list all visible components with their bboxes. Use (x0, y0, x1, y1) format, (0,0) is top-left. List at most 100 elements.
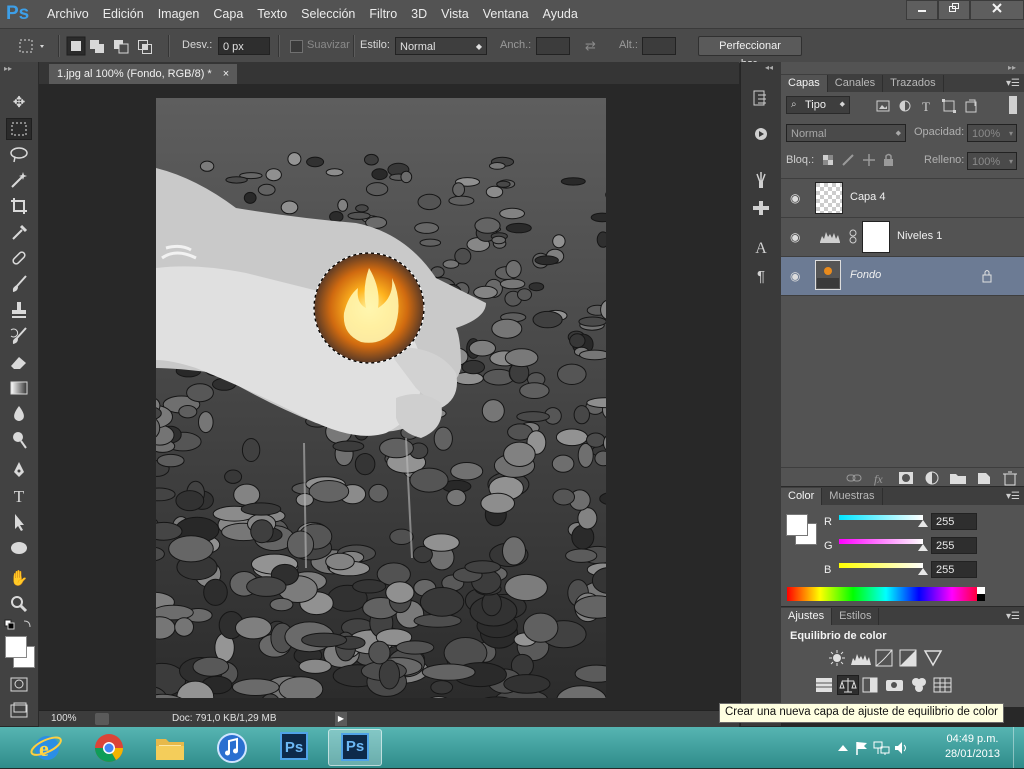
screen-mode-icon[interactable] (6, 700, 32, 722)
width-input[interactable] (536, 37, 570, 55)
collapse-dock-icon[interactable]: ◂◂ (765, 63, 773, 72)
hand-tool-icon[interactable]: ✋ (6, 568, 32, 590)
foreground-color-swatch[interactable] (786, 514, 808, 536)
add-mask-icon[interactable] (894, 470, 920, 486)
filter-shape-icon[interactable] (939, 99, 961, 113)
taskbar-itunes[interactable] (205, 729, 259, 766)
tab-color[interactable]: Color (781, 488, 822, 505)
dodge-tool-icon[interactable] (6, 430, 32, 452)
channel-value-b[interactable]: 255 (931, 561, 977, 578)
restore-button[interactable] (938, 0, 970, 20)
network-icon[interactable] (872, 740, 892, 756)
visibility-eye-icon[interactable]: ◉ (790, 230, 804, 244)
slider-r[interactable] (839, 515, 923, 520)
selection-mode-intersect-icon[interactable] (134, 36, 158, 56)
new-adjustment-layer-icon[interactable] (920, 470, 946, 486)
link-layers-icon[interactable] (842, 470, 868, 486)
clone-source-panel-icon[interactable] (749, 198, 773, 220)
lock-all-icon[interactable] (879, 153, 899, 167)
slider-b[interactable] (839, 563, 923, 568)
path-selection-tool-icon[interactable] (6, 512, 32, 534)
menu-filtro[interactable]: Filtro (362, 0, 404, 28)
panel-menu-icon[interactable]: ▾☰ (1006, 75, 1020, 92)
close-tab-icon[interactable]: × (223, 68, 229, 80)
layer-mask-thumbnail[interactable] (862, 221, 890, 253)
channel-value-g[interactable]: 255 (931, 537, 977, 554)
swap-colors-icon[interactable] (4, 618, 34, 632)
layer-filter-select[interactable]: ⌕ Tipo ◆ (786, 96, 850, 114)
actions-panel-icon[interactable] (749, 124, 773, 146)
history-panel-icon[interactable] (749, 88, 773, 110)
crop-tool-icon[interactable] (6, 196, 32, 218)
tab-trazados[interactable]: Trazados (883, 75, 943, 92)
layer-row-niveles-1[interactable]: ◉ Niveles 1 (781, 218, 1024, 257)
eraser-tool-icon[interactable] (6, 352, 32, 374)
vibrance-icon[interactable] (921, 649, 945, 667)
collapse-toolbar-icon[interactable]: ▸▸ (4, 64, 12, 73)
black-white-icon[interactable] (859, 675, 883, 695)
visibility-eye-icon[interactable]: ◉ (790, 191, 804, 205)
taskbar-file-explorer[interactable] (143, 729, 197, 766)
panel-menu-icon[interactable]: ▾☰ (1006, 488, 1020, 505)
menu-seleccion[interactable]: Selección (294, 0, 362, 28)
levels-icon[interactable] (849, 649, 873, 667)
default-swap-colors[interactable] (4, 618, 34, 632)
panel-menu-icon[interactable]: ▾☰ (1006, 608, 1020, 625)
blur-tool-icon[interactable] (6, 404, 32, 426)
blend-mode-select[interactable]: Normal ◆ (786, 124, 906, 142)
pen-tool-icon[interactable] (6, 460, 32, 482)
tab-muestras[interactable]: Muestras (822, 488, 882, 505)
taskbar-photoshop-1[interactable]: Ps (267, 729, 321, 766)
channel-value-r[interactable]: 255 (931, 513, 977, 530)
menu-edicion[interactable]: Edición (96, 0, 151, 28)
selection-mode-add-icon[interactable] (86, 36, 110, 56)
exposure-icon[interactable] (897, 649, 921, 667)
status-menu-arrow-icon[interactable]: ▶ (335, 712, 347, 726)
new-layer-icon[interactable] (972, 470, 998, 486)
eyedropper-tool-icon[interactable] (6, 222, 32, 244)
taskbar-photoshop-2[interactable]: Ps (328, 729, 382, 766)
layer-style-fx-icon[interactable]: fx (868, 470, 894, 486)
slider-b-handle[interactable] (918, 568, 928, 575)
ellipse-tool-icon[interactable] (6, 538, 32, 560)
height-input[interactable] (642, 37, 676, 55)
action-center-flag-icon[interactable] (852, 740, 872, 756)
taskbar-internet-explorer[interactable]: e (20, 729, 74, 766)
lock-position-icon[interactable] (859, 153, 879, 167)
move-tool-icon[interactable]: ✥ (6, 92, 32, 114)
refine-edge-button[interactable]: Perfeccionar bor. (698, 36, 802, 56)
healing-brush-tool-icon[interactable] (6, 248, 32, 270)
trash-icon[interactable] (998, 470, 1024, 486)
fill-input[interactable]: 100% ▾ (967, 152, 1017, 170)
foreground-color-swatch[interactable] (5, 636, 27, 658)
antialias-checkbox[interactable] (290, 40, 303, 53)
menu-capa[interactable]: Capa (206, 0, 250, 28)
tab-estilos[interactable]: Estilos (832, 608, 879, 625)
document-image[interactable] (156, 98, 606, 698)
filter-adjustment-icon[interactable] (895, 99, 917, 113)
magic-wand-tool-icon[interactable] (6, 170, 32, 192)
slider-g[interactable] (839, 539, 923, 544)
brush-tool-icon[interactable] (6, 274, 32, 296)
rectangular-marquee-tool-icon[interactable] (6, 118, 32, 140)
layer-row-fondo[interactable]: ◉ Fondo (781, 257, 1024, 296)
status-preview-icon[interactable] (95, 713, 109, 725)
character-panel-icon[interactable]: A (749, 238, 773, 260)
color-spectrum-bar[interactable] (787, 587, 985, 601)
style-select[interactable]: Normal ◆ (395, 37, 487, 55)
slider-g-handle[interactable] (918, 544, 928, 551)
channel-mixer-icon[interactable] (907, 675, 931, 695)
new-group-folder-icon[interactable] (946, 470, 972, 486)
taskbar-chrome[interactable] (82, 729, 136, 766)
marquee-tool-preset-icon[interactable] (8, 35, 48, 57)
paragraph-panel-icon[interactable]: ¶ (749, 266, 773, 288)
lock-image-pixels-icon[interactable] (839, 153, 859, 167)
hue-saturation-icon[interactable] (813, 675, 837, 695)
spectrum-white-swatch[interactable] (977, 587, 985, 594)
tab-capas[interactable]: Capas (781, 75, 828, 92)
filter-toggle-switch[interactable] (1009, 96, 1017, 114)
selection-mode-subtract-icon[interactable] (110, 36, 134, 56)
selection-mode-new-icon[interactable] (66, 36, 86, 56)
curves-icon[interactable] (873, 649, 897, 667)
brightness-contrast-icon[interactable] (825, 649, 849, 667)
